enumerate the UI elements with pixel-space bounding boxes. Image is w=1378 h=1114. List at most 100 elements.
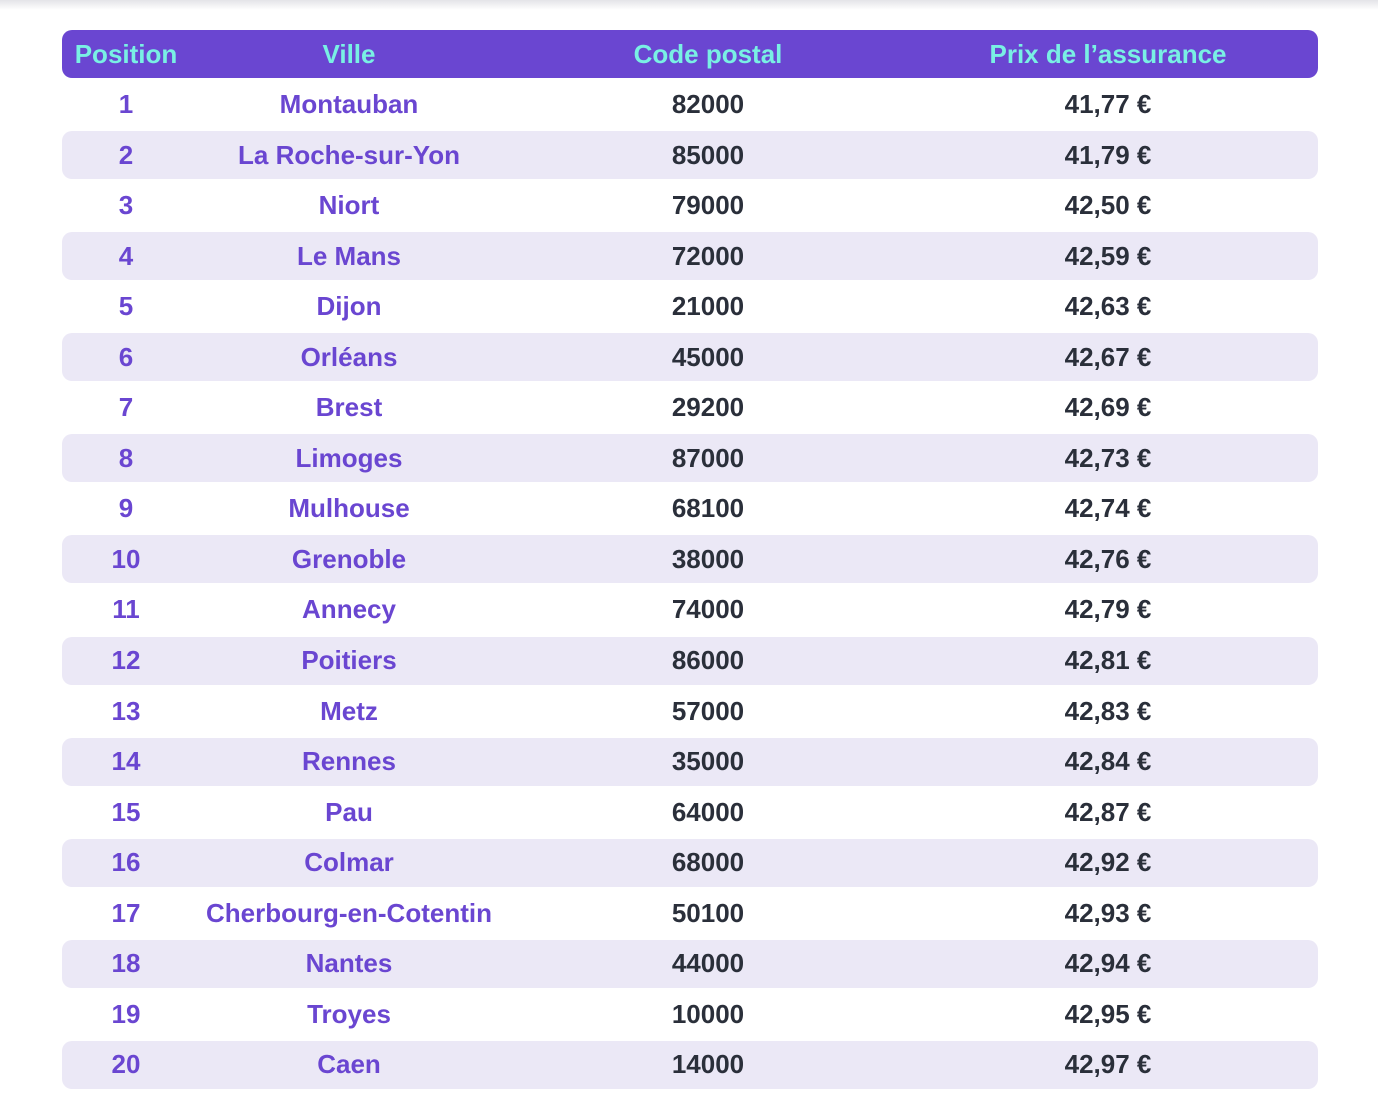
table-row: 10 Grenoble 38000 42,76 € [62,535,1318,584]
cell-zip: 86000 [671,645,745,676]
cell-price: 42,69 € [1064,392,1152,423]
cell-zip: 38000 [671,543,745,574]
cell-position: 2 [118,139,134,170]
cell-position: 5 [118,291,134,322]
cell-position: 12 [111,645,141,676]
cell-city: Pau [325,796,373,827]
table-row: 14 Rennes 35000 42,84 € [62,737,1318,786]
table-row: 3 Niort 79000 42,50 € [62,182,1318,230]
cell-city: Troyes [307,998,391,1029]
table-row: 5 Dijon 21000 42,63 € [62,283,1318,331]
header-position: Position [74,38,178,69]
cell-position: 18 [111,948,141,979]
cell-city: Niort [318,190,380,221]
cell-position: 16 [111,847,141,878]
cell-city: Rennes [302,746,396,777]
cell-zip: 79000 [671,190,745,221]
cell-city: Montauban [279,89,419,119]
cell-city: Orléans [300,341,398,372]
cell-price: 42,95 € [1064,998,1152,1029]
header-city: Ville [322,38,376,69]
cell-price: 41,77 € [1064,89,1152,119]
cell-zip: 64000 [671,796,745,827]
cell-price: 42,81 € [1064,645,1152,676]
table-row: 6 Orléans 45000 42,67 € [62,333,1318,382]
cell-zip: 44000 [671,948,745,979]
cell-price: 42,92 € [1064,847,1152,878]
top-shadow [0,0,1378,10]
cell-position: 7 [118,392,134,423]
cell-price: 41,79 € [1064,139,1152,170]
cell-city: Limoges [295,442,403,473]
cell-city: Caen [317,1049,381,1080]
cell-zip: 50100 [671,897,745,928]
cell-price: 42,97 € [1064,1049,1152,1080]
cell-price: 42,84 € [1064,746,1152,777]
cell-price: 42,50 € [1064,190,1152,221]
cell-zip: 21000 [671,291,745,322]
table-row: 8 Limoges 87000 42,73 € [62,434,1318,483]
cell-zip: 87000 [671,442,745,473]
cell-city: Brest [315,392,383,423]
cell-price: 42,87 € [1064,796,1152,827]
cell-price: 42,67 € [1064,341,1152,372]
cell-position: 10 [111,543,141,574]
table-row: 19 Troyes 10000 42,95 € [62,990,1318,1038]
cell-city: La Roche-sur-Yon [238,139,460,170]
cell-position: 14 [111,746,141,777]
table-row: 9 Mulhouse 68100 42,74 € [62,485,1318,533]
cell-position: 17 [111,897,141,928]
cell-position: 11 [112,594,140,625]
cell-zip: 74000 [671,594,745,625]
cell-price: 42,93 € [1064,897,1152,928]
cell-zip: 85000 [671,139,745,170]
table-row: 20 Caen 14000 42,97 € [62,1040,1318,1089]
table-row: 2 La Roche-sur-Yon 85000 41,79 € [62,131,1318,180]
cell-city: Grenoble [291,543,407,574]
cell-city: Mulhouse [288,493,410,524]
table-row: 11 Annecy 74000 42,79 € [62,586,1318,634]
cell-position: 13 [111,695,141,726]
cell-city: Colmar [304,847,394,878]
cell-position: 15 [111,796,141,827]
cell-zip: 29200 [671,392,745,423]
cell-position: 3 [118,190,134,221]
cell-position: 19 [111,998,141,1029]
cell-price: 42,63 € [1064,291,1152,322]
cell-position: 4 [118,240,134,271]
table-row: 16 Colmar 68000 42,92 € [62,838,1318,887]
cell-city: Nantes [305,948,393,979]
table-header: Position Ville Code postal Prix de l’ass… [62,30,1318,78]
cell-price: 42,79 € [1064,594,1152,625]
table-row: 4 Le Mans 72000 42,59 € [62,232,1318,281]
table-row: 18 Nantes 44000 42,94 € [62,939,1318,988]
header-zip: Code postal [633,38,783,69]
table-row: 13 Metz 57000 42,83 € [62,687,1318,735]
cell-price: 42,76 € [1064,543,1152,574]
cell-city: Metz [320,695,378,726]
cell-price: 42,83 € [1064,695,1152,726]
cell-position: 6 [118,341,134,372]
cell-price: 42,94 € [1064,948,1152,979]
table-body: 1 Montauban 82000 41,77 € 2 La Roche-sur-Yon 8… [62,81,1318,1089]
cell-city: Annecy [302,594,396,625]
cell-zip: 10000 [671,998,745,1029]
header-price: Prix de l’assurance [989,38,1227,69]
cell-zip: 68000 [671,847,745,878]
table-row: 7 Brest 29200 42,69 € [62,384,1318,432]
cell-zip: 57000 [671,695,745,726]
cell-position: 8 [118,442,134,473]
cell-price: 42,73 € [1064,442,1152,473]
cell-city: Le Mans [296,240,402,271]
table-row: 12 Poitiers 86000 42,81 € [62,636,1318,685]
cell-price: 42,59 € [1064,240,1152,271]
cell-position: 1 [118,89,134,119]
cell-price: 42,74 € [1064,493,1152,524]
cell-position: 20 [111,1049,141,1080]
cell-city: Poitiers [301,645,397,676]
cell-position: 9 [118,493,134,524]
table-row: 17 Cherbourg-en-Cotentin 50100 42,93 € [62,889,1318,937]
table-row: 15 Pau 64000 42,87 € [62,788,1318,836]
cell-zip: 35000 [671,746,745,777]
cell-city: Cherbourg-en-Cotentin [206,897,492,928]
